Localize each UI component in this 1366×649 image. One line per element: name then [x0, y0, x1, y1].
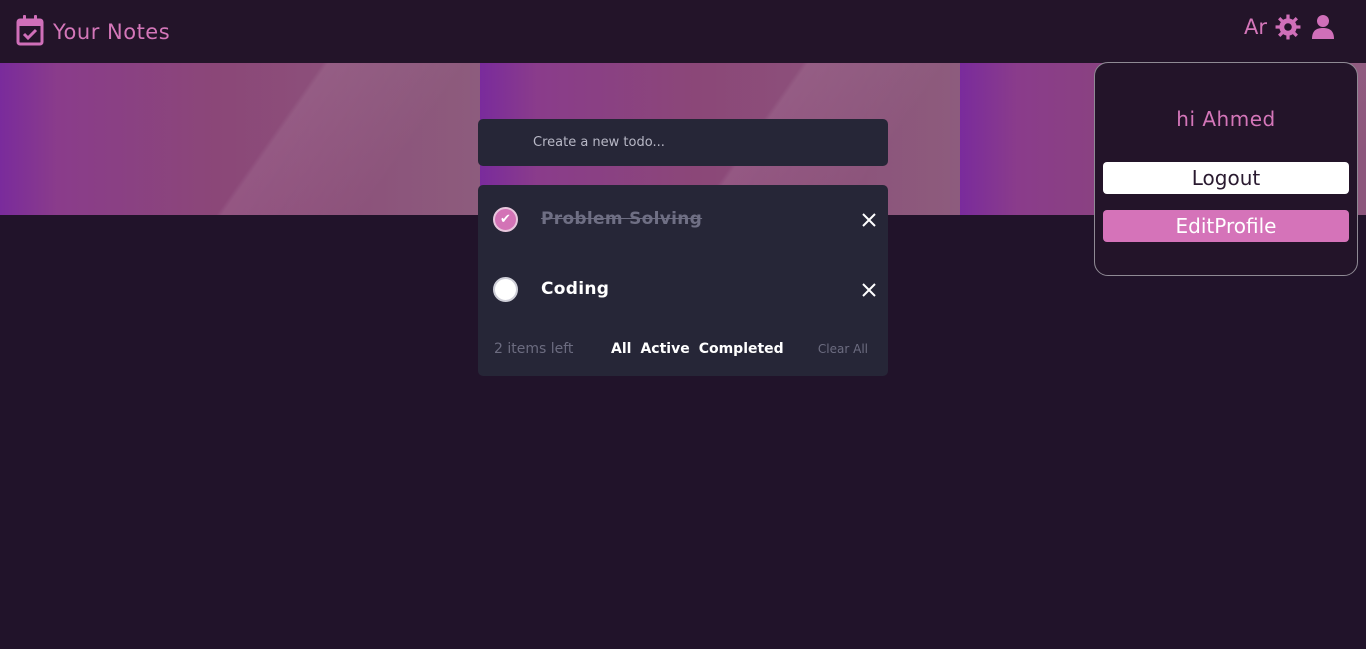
items-left-count: 2 items left — [494, 341, 574, 357]
todo-item: ✔ Problem Solving — [478, 189, 888, 249]
user-greeting: hi Ahmed — [1176, 107, 1276, 131]
calendar-check-icon — [16, 14, 44, 50]
language-toggle[interactable]: Ar — [1244, 15, 1267, 39]
filter-completed[interactable]: Completed — [699, 341, 784, 357]
edit-profile-button[interactable]: EditProfile — [1103, 210, 1349, 242]
close-icon[interactable] — [862, 212, 876, 227]
banner-image — [0, 63, 480, 215]
todo-checkbox[interactable]: ✔ — [493, 206, 518, 232]
profile-menu: hi Ahmed Logout EditProfile — [1094, 62, 1358, 276]
todo-label: Problem Solving — [541, 209, 703, 229]
new-todo-input[interactable] — [531, 134, 851, 151]
checkmark-icon: ✔ — [500, 211, 511, 227]
todo-footer: 2 items left All Active Completed Clear … — [478, 335, 888, 363]
todo-label: Coding — [541, 279, 610, 299]
clear-all-button[interactable]: Clear All — [818, 342, 868, 356]
todo-list: ✔ Problem Solving Coding 2 items left Al… — [478, 185, 888, 376]
brand[interactable]: Your Notes — [16, 14, 170, 50]
filter-group: All Active Completed — [611, 341, 793, 357]
filter-all[interactable]: All — [611, 341, 631, 357]
new-todo-field — [478, 119, 888, 166]
todo-item: Coding — [478, 259, 888, 319]
todo-checkbox[interactable] — [493, 276, 518, 302]
filter-active[interactable]: Active — [640, 341, 689, 357]
gear-icon[interactable] — [1275, 14, 1301, 40]
logout-button[interactable]: Logout — [1103, 162, 1349, 194]
user-icon[interactable] — [1312, 14, 1334, 40]
header-actions: Ar — [1244, 14, 1334, 40]
app-title: Your Notes — [53, 20, 171, 44]
close-icon[interactable] — [862, 282, 876, 297]
app-header: Your Notes Ar — [0, 0, 1366, 63]
